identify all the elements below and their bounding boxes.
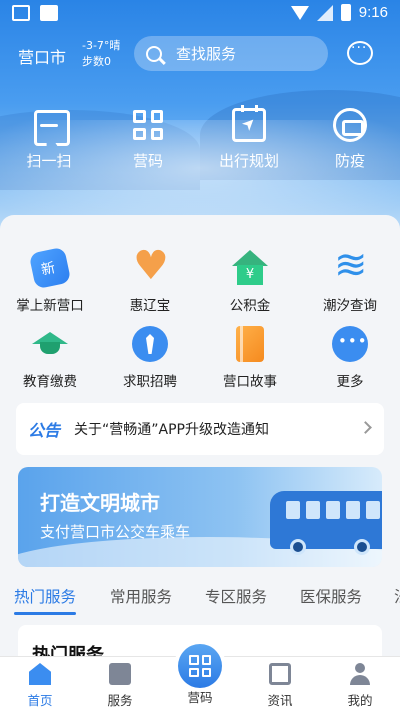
tab-hot-services[interactable]: 热门服务	[14, 585, 77, 615]
service-tide[interactable]: 潮汐查询	[305, 242, 395, 314]
service-label: 更多	[336, 374, 364, 390]
housing-fund-icon	[232, 250, 268, 286]
chevron-right-icon	[359, 421, 372, 434]
tide-icon	[332, 242, 368, 288]
nav-news[interactable]: 资讯	[240, 661, 320, 709]
home-icon	[29, 663, 51, 685]
banner-title: 打造文明城市	[40, 491, 160, 515]
more-icon	[332, 326, 368, 362]
nav-services[interactable]: 服务	[80, 661, 160, 709]
weather-temp: -3-7°晴	[82, 39, 121, 52]
search-icon	[146, 45, 162, 62]
bus-illustration-icon	[270, 491, 382, 555]
notice-text: 关于“营畅通”APP升级改造通知	[74, 422, 269, 438]
job-icon	[132, 326, 168, 362]
battery-icon	[340, 4, 351, 21]
tab-law[interactable]: 法	[394, 585, 400, 607]
nav-label: 我的	[347, 693, 373, 708]
scan-icon	[32, 108, 66, 142]
nav-yingma[interactable]: 营码	[160, 687, 240, 706]
service-job[interactable]: 求职招聘	[105, 326, 195, 390]
qr-code-button[interactable]	[178, 644, 222, 688]
tab-medical-insurance[interactable]: 医保服务	[300, 585, 362, 607]
status-bar: 9:16	[0, 0, 400, 28]
service-huiliaobao[interactable]: 惠辽宝	[105, 246, 195, 314]
service-tabs: 热门服务 常用服务 专区服务 医保服务 法	[0, 585, 400, 615]
notice-bar[interactable]: 公告 关于“营畅通”APP升级改造通知	[16, 403, 384, 455]
epidemic-icon	[333, 108, 367, 142]
quick-action-scan[interactable]: 扫一扫	[0, 108, 98, 171]
new-yingkou-icon	[28, 246, 72, 290]
travel-plan-icon	[232, 105, 266, 142]
service-label: 潮汐查询	[323, 298, 377, 314]
notice-tag: 公告	[28, 421, 61, 440]
message-icon[interactable]	[347, 40, 373, 65]
quick-action-travel[interactable]: 出行规划	[198, 105, 300, 171]
story-icon	[236, 326, 264, 362]
nav-home[interactable]: 首页	[0, 661, 80, 709]
service-story[interactable]: 营口故事	[205, 326, 295, 390]
news-icon	[269, 663, 291, 685]
quick-actions: 扫一扫 营码 出行规划 防疫	[0, 105, 400, 171]
service-label: 惠辽宝	[129, 298, 171, 314]
education-icon	[32, 326, 68, 362]
nav-mine[interactable]: 我的	[320, 661, 400, 709]
banner-subtitle: 支付营口市公交车乘车	[40, 523, 191, 541]
quick-action-label: 防疫	[334, 152, 365, 170]
quick-action-label: 营码	[132, 152, 163, 170]
service-label: 求职招聘	[123, 374, 177, 390]
quick-action-epidemic[interactable]: 防疫	[300, 108, 400, 171]
user-icon	[349, 663, 371, 685]
service-more[interactable]: 更多	[305, 326, 395, 390]
service-new-yingkou[interactable]: 掌上新营口	[5, 246, 95, 314]
service-label: 掌上新营口	[16, 298, 84, 314]
service-label: 营口故事	[223, 374, 277, 390]
search-placeholder: 查找服务	[176, 45, 237, 63]
status-time: 9:16	[358, 4, 388, 21]
qr-code-icon	[189, 655, 211, 677]
nav-label: 首页	[27, 693, 53, 708]
service-label: 教育缴费	[23, 374, 77, 390]
step-count: 步数0	[82, 55, 111, 68]
tab-common-services[interactable]: 常用服务	[110, 585, 172, 607]
nav-label: 服务	[107, 693, 133, 708]
qr-code-icon	[131, 108, 165, 142]
nav-label: 营码	[187, 690, 213, 705]
tab-zone-services[interactable]: 专区服务	[205, 585, 267, 607]
service-housing-fund[interactable]: 公积金	[205, 250, 295, 314]
wifi-icon	[290, 5, 309, 20]
city-selector[interactable]: 营口市	[18, 44, 66, 68]
huiliaobao-icon	[132, 246, 169, 286]
service-education[interactable]: 教育缴费	[5, 326, 95, 390]
search-input[interactable]: 查找服务	[134, 36, 328, 71]
image-notification-icon	[40, 5, 58, 21]
quick-action-label: 扫一扫	[26, 152, 72, 170]
weather-widget: -3-7°晴 步数0	[82, 38, 120, 70]
service-label: 公积金	[229, 298, 271, 314]
bookmark-icon	[109, 663, 131, 685]
gallery-notification-icon	[12, 5, 30, 21]
quick-action-qr[interactable]: 营码	[98, 108, 198, 171]
nav-label: 资讯	[267, 693, 293, 708]
signal-icon	[316, 4, 333, 21]
promo-banner[interactable]: 打造文明城市 支付营口市公交车乘车	[18, 467, 382, 567]
quick-action-label: 出行规划	[218, 152, 279, 170]
